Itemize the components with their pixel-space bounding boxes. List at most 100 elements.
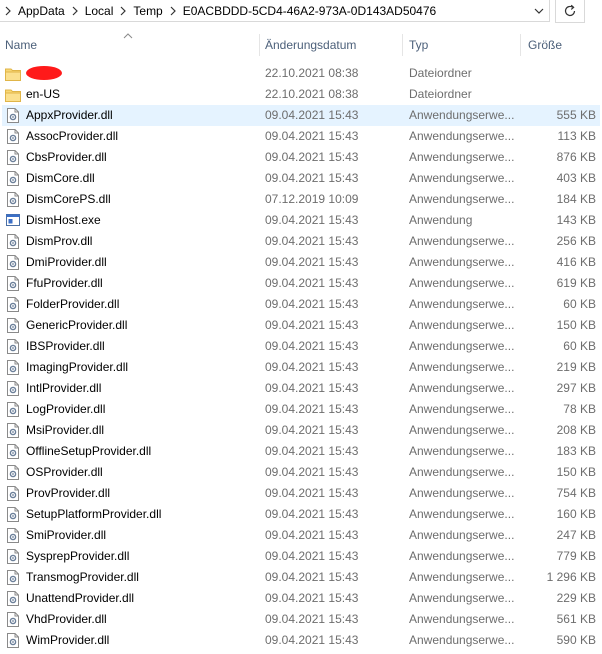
file-row[interactable]: DmiProvider.dll 09.04.2021 15:43 Anwendung…: [0, 252, 602, 273]
chevron-right-icon[interactable]: [0, 1, 16, 21]
file-name[interactable]: IntlProvider.dll: [26, 378, 258, 399]
file-name[interactable]: OfflineSetupProvider.dll: [26, 441, 258, 462]
file-row[interactable]: WimProvider.dll 09.04.2021 15:43 Anwendung…: [0, 630, 602, 651]
file-name[interactable]: CbsProvider.dll: [26, 147, 258, 168]
file-size: 184 KB: [556, 192, 596, 206]
file-row[interactable]: SysprepProvider.dll 09.04.2021 15:43 Anwen…: [0, 546, 602, 567]
file-name[interactable]: IBSProvider.dll: [26, 336, 258, 357]
file-row[interactable]: VhdProvider.dll 09.04.2021 15:43 Anwendung…: [0, 609, 602, 630]
file-size: 247 KB: [556, 528, 596, 542]
dll-icon: [6, 150, 20, 165]
file-date: 09.04.2021 15:43: [265, 297, 359, 311]
file-type: Dateiordner: [409, 87, 472, 101]
file-row[interactable]: ProvProvider.dll 09.04.2021 15:43 Anwendun…: [0, 483, 602, 504]
file-name[interactable]: [26, 63, 258, 84]
file-type: Anwendungserwe...: [409, 192, 515, 206]
sort-ascending-icon: [122, 29, 134, 39]
file-name[interactable]: FolderProvider.dll: [26, 294, 258, 315]
column-name[interactable]: Name: [5, 32, 37, 58]
file-row[interactable]: AssocProvider.dll 09.04.2021 15:43 Anwendu…: [0, 126, 602, 147]
file-row[interactable]: CbsProvider.dll 09.04.2021 15:43 Anwendung…: [0, 147, 602, 168]
file-size: 60 KB: [563, 339, 596, 353]
column-divider[interactable]: [520, 34, 521, 56]
file-name[interactable]: SysprepProvider.dll: [26, 546, 258, 567]
file-name[interactable]: DismProv.dll: [26, 231, 258, 252]
breadcrumb-local[interactable]: Local: [83, 1, 116, 21]
file-name[interactable]: SmiProvider.dll: [26, 525, 258, 546]
file-name[interactable]: AppxProvider.dll: [26, 105, 258, 126]
file-size: 590 KB: [556, 633, 596, 647]
folder-icon: [5, 88, 21, 103]
dll-icon: [6, 549, 20, 564]
file-name[interactable]: SetupPlatformProvider.dll: [26, 504, 258, 525]
file-row[interactable]: AppxProvider.dll 09.04.2021 15:43 Anwendun…: [0, 105, 602, 126]
file-name[interactable]: DismCore.dll: [26, 168, 258, 189]
file-name[interactable]: VhdProvider.dll: [26, 609, 258, 630]
file-name[interactable]: DismHost.exe: [26, 210, 258, 231]
folder-icon: [5, 67, 21, 82]
file-type: Anwendungserwe...: [409, 402, 515, 416]
file-row[interactable]: IBSProvider.dll 09.04.2021 15:43 Anwendung…: [0, 336, 602, 357]
dll-icon: [6, 108, 20, 123]
file-row[interactable]: TransmogProvider.dll 09.04.2021 15:43 Anwe…: [0, 567, 602, 588]
file-row[interactable]: GenericProvider.dll 09.04.2021 15:43 Anwen…: [0, 315, 602, 336]
file-name[interactable]: AssocProvider.dll: [26, 126, 258, 147]
address-breadcrumb[interactable]: AppData Local Temp E0ACBDDD-5CD4-46A2-97…: [0, 0, 550, 22]
column-size[interactable]: Größe: [528, 32, 562, 58]
dll-icon: [6, 339, 20, 354]
breadcrumb-current-folder[interactable]: E0ACBDDD-5CD4-46A2-973A-0D143AD50476: [181, 1, 438, 21]
file-row[interactable]: DismHost.exe 09.04.2021 15:43 Anwendung 143…: [0, 210, 602, 231]
chevron-right-icon[interactable]: [67, 1, 83, 21]
file-name[interactable]: WimProvider.dll: [26, 630, 258, 651]
chevron-right-icon[interactable]: [115, 1, 131, 21]
file-row[interactable]: UnattendProvider.dll 09.04.2021 15:43 Anwe…: [0, 588, 602, 609]
breadcrumb-temp[interactable]: Temp: [131, 1, 164, 21]
chevron-down-icon: [534, 8, 544, 14]
redacted-name: [26, 66, 62, 80]
dll-icon: [6, 465, 20, 480]
file-row[interactable]: FolderProvider.dll 09.04.2021 15:43 Anwend…: [0, 294, 602, 315]
file-row[interactable]: en-US 22.10.2021 08:38 Dateiordner: [0, 84, 602, 105]
file-name[interactable]: DmiProvider.dll: [26, 252, 258, 273]
file-row[interactable]: DismProv.dll 09.04.2021 15:43 Anwendungser…: [0, 231, 602, 252]
file-row[interactable]: 22.10.2021 08:38 Dateiordner: [0, 63, 602, 84]
file-row[interactable]: SetupPlatformProvider.dll 09.04.2021 15:4…: [0, 504, 602, 525]
file-name[interactable]: ImagingProvider.dll: [26, 357, 258, 378]
column-divider[interactable]: [402, 34, 403, 56]
file-name[interactable]: LogProvider.dll: [26, 399, 258, 420]
file-size: 150 KB: [556, 465, 596, 479]
file-row[interactable]: ImagingProvider.dll 09.04.2021 15:43 Anwen…: [0, 357, 602, 378]
file-name[interactable]: DismCorePS.dll: [26, 189, 258, 210]
file-row[interactable]: LogProvider.dll 09.04.2021 15:43 Anwendung…: [0, 399, 602, 420]
file-row[interactable]: DismCore.dll 09.04.2021 15:43 Anwendungser…: [0, 168, 602, 189]
file-row[interactable]: MsiProvider.dll 09.04.2021 15:43 Anwendung…: [0, 420, 602, 441]
column-type[interactable]: Typ: [409, 32, 428, 58]
dll-icon: [6, 297, 20, 312]
file-name[interactable]: FfuProvider.dll: [26, 273, 258, 294]
file-name[interactable]: GenericProvider.dll: [26, 315, 258, 336]
address-history-dropdown[interactable]: [530, 0, 548, 21]
file-name[interactable]: MsiProvider.dll: [26, 420, 258, 441]
breadcrumb-appdata[interactable]: AppData: [16, 1, 67, 21]
file-name[interactable]: ProvProvider.dll: [26, 483, 258, 504]
file-row[interactable]: SmiProvider.dll 09.04.2021 15:43 Anwendung…: [0, 525, 602, 546]
file-date: 09.04.2021 15:43: [265, 507, 359, 521]
file-type: Anwendungserwe...: [409, 171, 515, 185]
file-row[interactable]: IntlProvider.dll 09.04.2021 15:43 Anwendun…: [0, 378, 602, 399]
file-size: 113 KB: [557, 129, 596, 143]
refresh-button[interactable]: [555, 0, 585, 23]
file-row[interactable]: OfflineSetupProvider.dll 09.04.2021 15:43…: [0, 441, 602, 462]
dll-icon: [6, 444, 20, 459]
column-divider[interactable]: [259, 34, 260, 56]
column-date[interactable]: Änderungsdatum: [265, 32, 356, 58]
file-row[interactable]: FfuProvider.dll 09.04.2021 15:43 Anwendung…: [0, 273, 602, 294]
file-row[interactable]: OSProvider.dll 09.04.2021 15:43 Anwendungs…: [0, 462, 602, 483]
file-name[interactable]: UnattendProvider.dll: [26, 588, 258, 609]
chevron-right-icon[interactable]: [165, 1, 181, 21]
file-name[interactable]: OSProvider.dll: [26, 462, 258, 483]
file-size: 208 KB: [556, 423, 596, 437]
file-row[interactable]: DismCorePS.dll 07.12.2019 10:09 Anwendungs…: [0, 189, 602, 210]
file-name[interactable]: en-US: [26, 84, 258, 105]
file-date: 09.04.2021 15:43: [265, 255, 359, 269]
file-name[interactable]: TransmogProvider.dll: [26, 567, 258, 588]
